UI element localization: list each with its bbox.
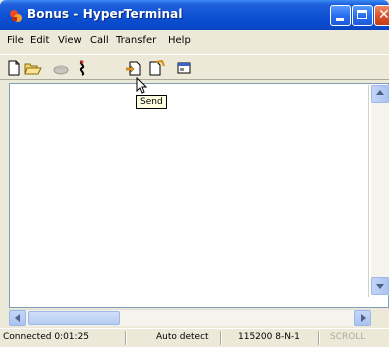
menu-call[interactable]: Call xyxy=(90,35,109,46)
menu-bar: File Edit View Call Transfer Help xyxy=(0,31,389,51)
status-divider xyxy=(125,331,127,345)
status-baud: 115200 8-N-1 xyxy=(238,332,300,342)
close-icon: ✕ xyxy=(378,7,389,23)
send-file-icon[interactable] xyxy=(126,60,142,76)
menu-edit[interactable]: Edit xyxy=(30,35,49,46)
window-title: Bonus - HyperTerminal xyxy=(27,7,183,21)
status-detect: Auto detect xyxy=(156,332,209,342)
vertical-scrollbar[interactable] xyxy=(371,85,389,295)
hyperterminal-window: Bonus - HyperTerminal ✕ File Edit View C… xyxy=(0,0,389,347)
scrollbar-corner xyxy=(371,309,389,326)
toolbar xyxy=(0,54,389,80)
new-document-icon[interactable] xyxy=(6,60,22,76)
terminal-screen[interactable] xyxy=(11,85,369,297)
scroll-left-button[interactable] xyxy=(9,310,26,326)
status-divider xyxy=(220,331,222,345)
send-tooltip: Send xyxy=(136,95,167,109)
mouse-pointer-icon xyxy=(136,76,148,95)
status-connection-time: Connected 0:01:25 xyxy=(3,332,90,342)
title-bar[interactable]: Bonus - HyperTerminal ✕ xyxy=(0,0,389,30)
menu-view[interactable]: View xyxy=(58,35,82,46)
horizontal-scroll-thumb[interactable] xyxy=(28,311,120,325)
hyperterminal-app-icon[interactable] xyxy=(9,8,23,22)
close-button[interactable]: ✕ xyxy=(374,5,389,26)
minimize-icon xyxy=(336,18,344,21)
status-scroll: SCROLL xyxy=(330,332,366,342)
scroll-right-button[interactable] xyxy=(354,310,371,326)
disconnect-icon[interactable] xyxy=(74,60,90,76)
dial-phone-icon[interactable] xyxy=(52,60,69,76)
arrow-up-icon xyxy=(376,90,384,95)
properties-icon[interactable] xyxy=(176,60,192,76)
arrow-right-icon xyxy=(361,314,366,322)
open-folder-icon[interactable] xyxy=(24,60,42,76)
maximize-button[interactable] xyxy=(352,5,373,26)
maximize-icon xyxy=(357,10,367,19)
status-divider xyxy=(318,331,320,345)
scroll-up-button[interactable] xyxy=(371,85,389,103)
arrow-left-icon xyxy=(15,314,20,322)
scroll-down-button[interactable] xyxy=(371,277,389,295)
horizontal-scrollbar[interactable] xyxy=(9,309,371,326)
menu-file[interactable]: File xyxy=(7,35,24,46)
status-bar: Connected 0:01:25 Auto detect 115200 8-N… xyxy=(0,328,389,347)
arrow-down-icon xyxy=(376,284,384,289)
menu-help[interactable]: Help xyxy=(168,35,191,46)
minimize-button[interactable] xyxy=(330,5,351,26)
receive-file-icon[interactable] xyxy=(148,60,165,76)
menu-transfer[interactable]: Transfer xyxy=(116,35,156,46)
